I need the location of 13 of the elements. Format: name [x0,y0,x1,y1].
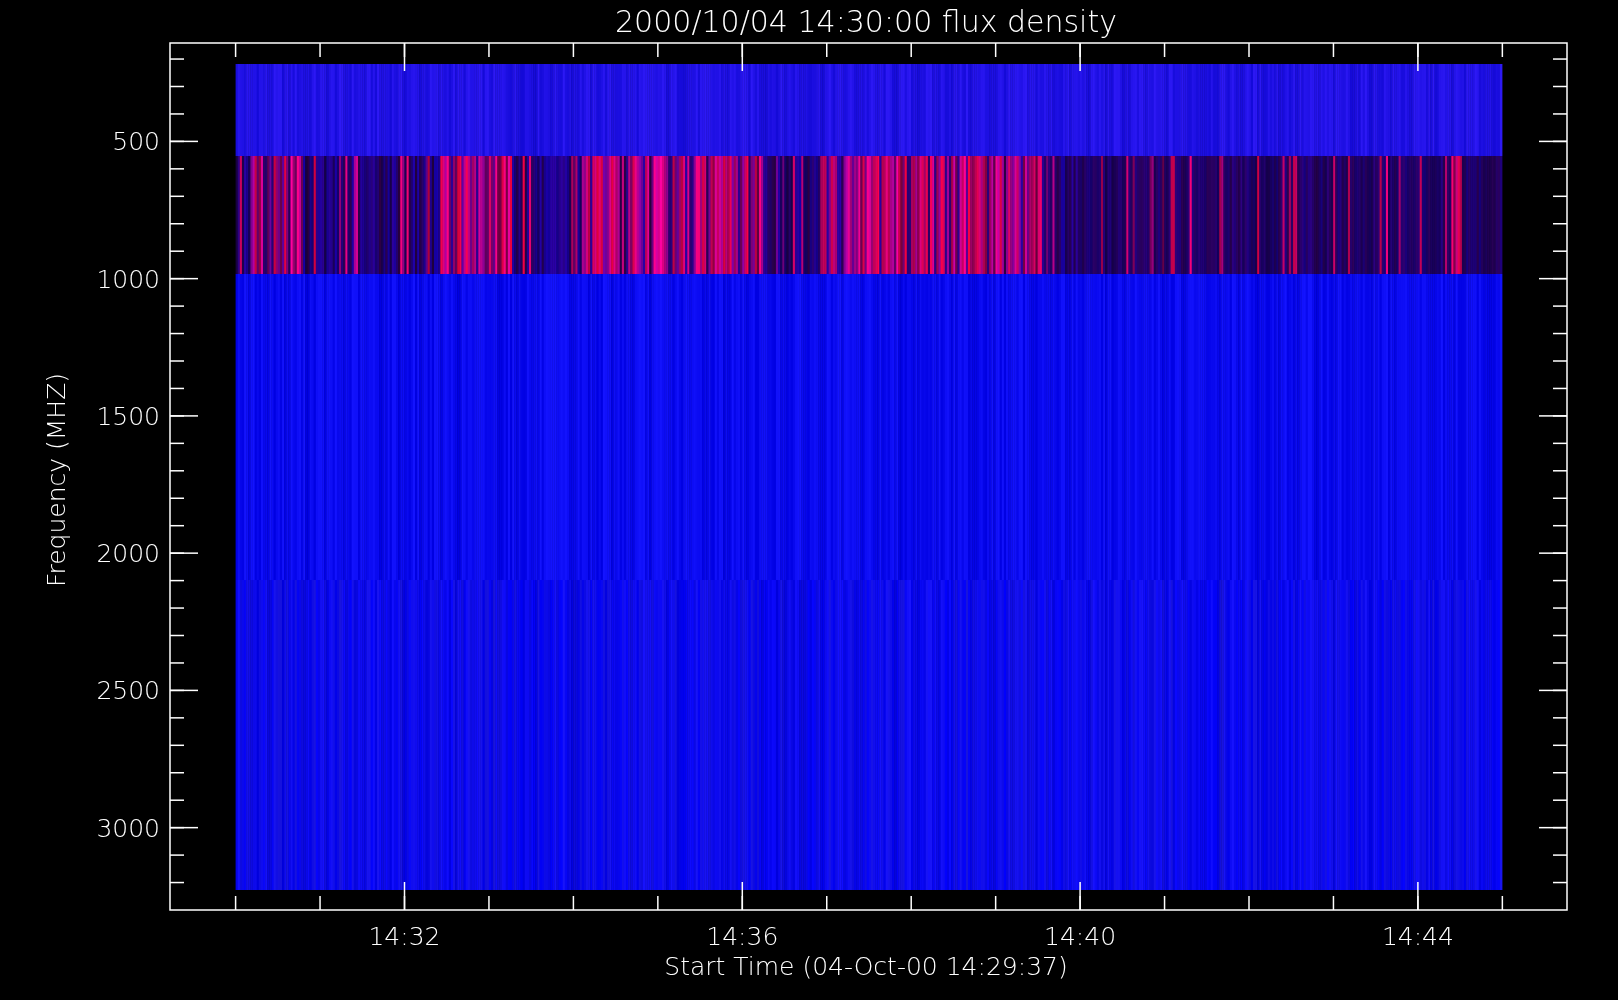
x-tick-label: 14:36 [706,922,779,951]
x-tick-label: 14:40 [1044,922,1117,951]
y-tick-label: 500 [112,127,160,157]
y-axis-label: Frequency (MHZ) [42,372,71,588]
y-tick-label: 2000 [96,539,160,569]
y-tick-label: 2500 [96,676,160,706]
x-tick-label: 14:44 [1381,922,1454,951]
y-tick-label: 1500 [96,401,160,431]
y-tick-label: 3000 [96,813,160,843]
y-tick-label: 1000 [96,264,160,294]
plot-title: 2000/10/04 14:30:00 flux density [615,4,1117,39]
x-tick-label: 14:32 [368,922,441,951]
x-axis-label: Start Time (04-Oct-00 14:29:37) [664,952,1068,981]
